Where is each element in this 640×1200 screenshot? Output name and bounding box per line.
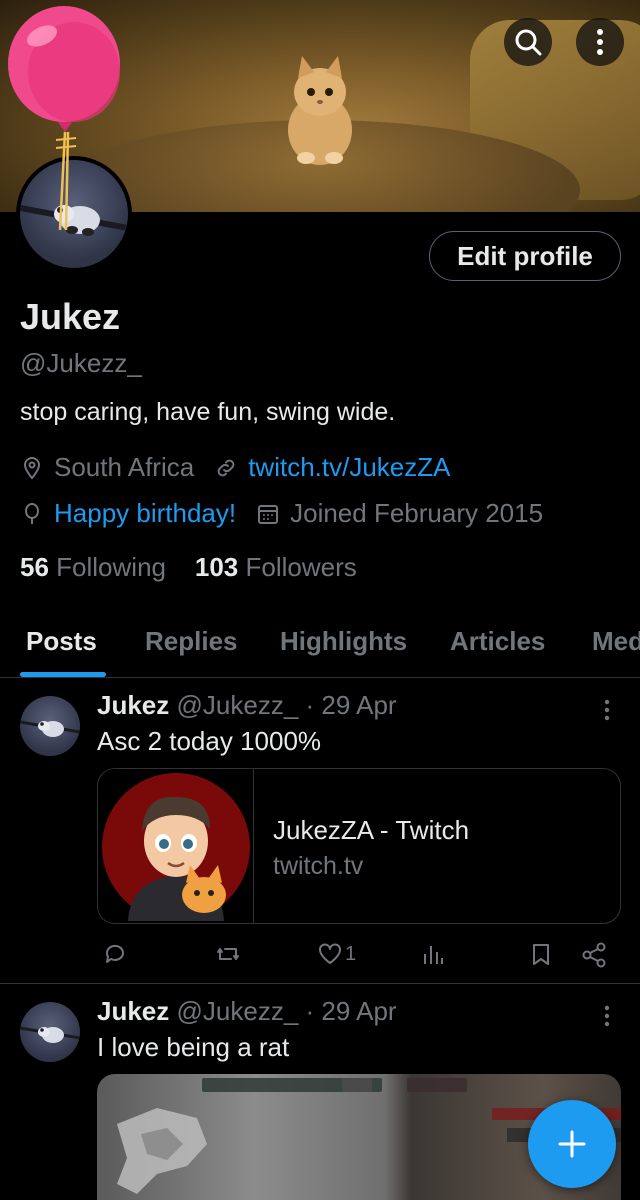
link-card-domain: twitch.tv bbox=[273, 852, 364, 880]
birthday-balloon-icon bbox=[8, 6, 120, 231]
profile-name: Jukez bbox=[20, 296, 121, 337]
like-count: 1 bbox=[345, 942, 357, 965]
views-button[interactable] bbox=[422, 942, 444, 966]
tab-articles[interactable]: Articles bbox=[450, 626, 545, 657]
location-text: South Africa bbox=[54, 452, 195, 482]
website[interactable]: twitch.tv/JukezZA bbox=[214, 452, 450, 483]
tab-media-clip: Media bbox=[592, 604, 640, 677]
post-header: Jukez @Jukezz_ · 29 Apr bbox=[97, 996, 397, 1027]
link-card[interactable]: JukezZA - Twitch twitch.tv bbox=[97, 768, 621, 924]
post-date[interactable]: 29 Apr bbox=[321, 690, 396, 720]
post-author-name[interactable]: Jukez bbox=[97, 690, 169, 720]
twitch-avatar-image bbox=[101, 773, 250, 921]
post-more-icon[interactable] bbox=[597, 698, 617, 722]
active-tab-indicator bbox=[20, 672, 106, 677]
post-avatar[interactable] bbox=[20, 696, 80, 756]
tab-replies[interactable]: Replies bbox=[145, 626, 238, 657]
following-link[interactable]: 56 Following bbox=[20, 552, 166, 582]
post-actions: 1 bbox=[97, 942, 621, 972]
repost-button[interactable] bbox=[215, 942, 241, 966]
followers-link[interactable]: 103 Followers bbox=[195, 552, 357, 582]
link-icon bbox=[217, 459, 235, 476]
joined-text: Joined February 2015 bbox=[290, 498, 544, 528]
search-icon bbox=[515, 29, 542, 56]
calendar-icon bbox=[258, 504, 279, 524]
more-options-button[interactable] bbox=[576, 18, 624, 66]
share-icon bbox=[582, 942, 606, 968]
kitten-image bbox=[288, 56, 352, 165]
followers-label: Followers bbox=[245, 552, 357, 582]
link-card-title: JukezZA - Twitch bbox=[273, 815, 470, 845]
bookmark-button[interactable] bbox=[530, 942, 552, 966]
plus-icon bbox=[558, 1130, 586, 1158]
repost-icon bbox=[217, 948, 239, 960]
search-button[interactable] bbox=[504, 18, 552, 66]
edit-profile-button[interactable]: Edit profile bbox=[429, 231, 621, 281]
profile-meta-row-1: South Africa twitch.tv/JukezZA bbox=[20, 452, 470, 483]
birthday-text[interactable]: Happy birthday! bbox=[54, 498, 236, 529]
post-author-handle[interactable]: @Jukezz_ bbox=[177, 690, 299, 720]
post-date[interactable]: 29 Apr bbox=[321, 996, 396, 1026]
bookmark-icon bbox=[533, 944, 549, 965]
post-header: Jukez @Jukezz_ · 29 Apr bbox=[97, 690, 397, 721]
balloon-icon bbox=[25, 502, 39, 524]
following-count: 56 bbox=[20, 552, 49, 582]
following-label: Following bbox=[56, 552, 166, 582]
post-author-name[interactable]: Jukez bbox=[97, 996, 169, 1026]
views-icon bbox=[424, 946, 443, 964]
birthday: Happy birthday! bbox=[20, 498, 236, 529]
location: South Africa bbox=[20, 452, 194, 483]
profile-tabs: Posts Replies Highlights Articles Media bbox=[0, 604, 640, 678]
post-text: Asc 2 today 1000% bbox=[97, 726, 322, 756]
panda-avatar-image bbox=[20, 1026, 80, 1043]
post-more-icon[interactable] bbox=[597, 1004, 617, 1028]
location-pin-icon bbox=[23, 456, 41, 480]
post-author-handle[interactable]: @Jukezz_ bbox=[177, 996, 299, 1026]
panda-avatar-image bbox=[20, 720, 80, 737]
more-vertical-icon bbox=[597, 29, 603, 55]
reply-icon bbox=[105, 944, 124, 963]
followers-count: 103 bbox=[194, 552, 239, 582]
profile-meta-row-2: Happy birthday! Joined February 2015 bbox=[20, 498, 563, 529]
profile-bio: stop caring, have fun, swing wide. bbox=[20, 398, 396, 426]
post-separator: · bbox=[298, 690, 322, 720]
heart-icon bbox=[319, 943, 341, 964]
website-link[interactable]: twitch.tv/JukezZA bbox=[248, 452, 450, 483]
joined: Joined February 2015 bbox=[256, 498, 543, 529]
tab-highlights[interactable]: Highlights bbox=[280, 626, 407, 657]
link-card-thumbnail bbox=[98, 769, 254, 923]
post-item[interactable]: Jukez @Jukezz_ · 29 Apr Asc 2 today 1000… bbox=[0, 682, 640, 982]
compose-post-button[interactable] bbox=[528, 1100, 616, 1188]
reply-button[interactable] bbox=[103, 942, 127, 966]
profile-handle: @Jukezz_ bbox=[20, 348, 142, 378]
post-separator: · bbox=[298, 996, 322, 1026]
post-avatar[interactable] bbox=[20, 1002, 80, 1062]
like-button[interactable]: 1 bbox=[317, 942, 356, 966]
tab-posts[interactable]: Posts bbox=[26, 626, 97, 657]
post-divider bbox=[0, 983, 640, 984]
tab-media[interactable]: Media bbox=[592, 626, 640, 657]
follow-stats: 56 Following 103 Followers bbox=[20, 552, 357, 583]
share-button[interactable] bbox=[581, 942, 607, 968]
post-text: I love being a rat bbox=[97, 1032, 290, 1062]
